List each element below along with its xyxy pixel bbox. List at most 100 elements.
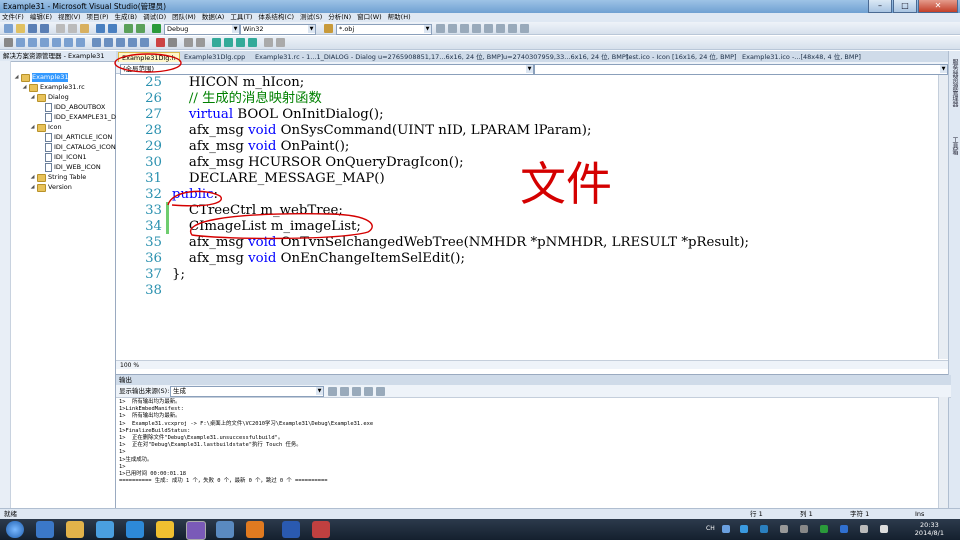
- visual-studio-icon[interactable]: [186, 521, 206, 540]
- clock[interactable]: 20:33 2014/8/1: [915, 521, 944, 537]
- save-icon[interactable]: [28, 24, 37, 33]
- make-same-height-icon[interactable]: [128, 38, 137, 47]
- navigate-back-icon[interactable]: [124, 24, 133, 33]
- zoom-level[interactable]: 100 %: [120, 362, 139, 369]
- code-editor[interactable]: 25 HICON m_hIcon; 26 // 生成的消息映射函数 27 virtu…: [116, 75, 948, 359]
- server-explorer-tab[interactable]: 服务器资源管理器: [950, 59, 959, 107]
- firefox-icon[interactable]: [246, 521, 264, 538]
- tree-item[interactable]: ◢ Dialog: [30, 93, 69, 102]
- find-combo[interactable]: *.obj ▼: [336, 24, 432, 35]
- display-icon[interactable]: [880, 525, 888, 533]
- start-button-icon[interactable]: [6, 521, 24, 538]
- prev-bookmark-icon[interactable]: [236, 38, 245, 47]
- indent-icon[interactable]: [264, 38, 273, 47]
- object-browser-icon[interactable]: [460, 24, 469, 33]
- editor-vertical-scrollbar[interactable]: [938, 75, 948, 359]
- align-bottom-icon[interactable]: [52, 38, 61, 47]
- document-tab[interactable]: Example31.ico -...[48x48, 4 位, BMP]: [739, 52, 864, 62]
- member-select[interactable]: ▼: [534, 64, 948, 75]
- volume-icon[interactable]: [780, 525, 788, 533]
- expand-icon[interactable]: ◢: [30, 93, 35, 102]
- test-dialog-icon[interactable]: [4, 38, 13, 47]
- menu-item[interactable]: 调试(D): [143, 13, 166, 22]
- close-button[interactable]: ✕: [918, 0, 958, 13]
- menu-item[interactable]: 编辑(E): [30, 13, 52, 22]
- cut-icon[interactable]: [56, 24, 65, 33]
- menu-item[interactable]: 窗口(W): [357, 13, 382, 22]
- expand-icon[interactable]: ◢: [30, 173, 35, 182]
- toolbox-icon[interactable]: [472, 24, 481, 33]
- align-left-icon[interactable]: [16, 38, 25, 47]
- word-wrap-icon[interactable]: [376, 387, 385, 396]
- outdent-icon[interactable]: [276, 38, 285, 47]
- center-vertical-icon[interactable]: [64, 38, 73, 47]
- next-message-icon[interactable]: [352, 387, 361, 396]
- undo-icon[interactable]: [96, 24, 105, 33]
- platform-select[interactable]: Win32 ▼: [240, 24, 316, 35]
- ime-icon[interactable]: [722, 525, 730, 533]
- browser-icon[interactable]: [126, 521, 144, 538]
- space-down-icon[interactable]: [104, 38, 113, 47]
- properties-icon[interactable]: [448, 24, 457, 33]
- menu-item[interactable]: 工具(T): [230, 13, 252, 22]
- redo-icon[interactable]: [108, 24, 117, 33]
- navigate-forward-icon[interactable]: [136, 24, 145, 33]
- new-project-icon[interactable]: [4, 24, 13, 33]
- tree-item[interactable]: IDD_ABOUTBOX: [38, 103, 105, 112]
- tree-item[interactable]: IDI_ICON1: [38, 153, 87, 162]
- security-icon[interactable]: [760, 525, 768, 533]
- toggle-guides-icon[interactable]: [168, 38, 177, 47]
- align-right-icon[interactable]: [28, 38, 37, 47]
- ie-icon[interactable]: [36, 521, 54, 538]
- word-icon[interactable]: [282, 521, 300, 538]
- uncomment-icon[interactable]: [196, 38, 205, 47]
- document-tab[interactable]: Example31Dlg.cpp: [181, 52, 248, 62]
- menu-item[interactable]: 视图(V): [58, 13, 81, 22]
- qq-icon[interactable]: [156, 521, 174, 538]
- output-source-select[interactable]: 生成 ▼: [170, 386, 324, 397]
- comment-icon[interactable]: [184, 38, 193, 47]
- menu-item[interactable]: 文件(F): [2, 13, 24, 22]
- expand-icon[interactable]: ◢: [30, 183, 35, 192]
- start-page-icon[interactable]: [484, 24, 493, 33]
- menu-item[interactable]: 数据(A): [202, 13, 225, 22]
- menu-item[interactable]: 团队(M): [172, 13, 196, 22]
- align-top-icon[interactable]: [40, 38, 49, 47]
- make-same-size-icon[interactable]: [140, 38, 149, 47]
- tree-item[interactable]: IDI_ARTICLE_ICON: [38, 133, 112, 142]
- tree-item[interactable]: ◢ Example31: [14, 73, 69, 82]
- document-tab[interactable]: u=2765908851,17...6x16, 24 位, BMP]: [375, 52, 506, 62]
- find-message-icon[interactable]: [328, 387, 337, 396]
- tree-item[interactable]: ◢ Icon: [30, 123, 62, 132]
- center-horizontal-icon[interactable]: [76, 38, 85, 47]
- document-tab[interactable]: test.ico - Icon [16x16, 24 位, BMP]: [623, 52, 740, 62]
- expand-icon[interactable]: ◢: [14, 73, 19, 82]
- prev-message-icon[interactable]: [340, 387, 349, 396]
- menu-item[interactable]: 分析(N): [328, 13, 351, 22]
- camera-icon[interactable]: [216, 521, 234, 538]
- expand-icon[interactable]: ◢: [30, 123, 35, 132]
- config-select[interactable]: Debug ▼: [164, 24, 240, 35]
- open-file-icon[interactable]: [16, 24, 25, 33]
- media-player-icon[interactable]: [96, 521, 114, 538]
- bluetooth-icon[interactable]: [840, 525, 848, 533]
- toggle-grid-icon[interactable]: [156, 38, 165, 47]
- space-across-icon[interactable]: [92, 38, 101, 47]
- extension-manager-icon[interactable]: [496, 24, 505, 33]
- update-icon[interactable]: [820, 525, 828, 533]
- bookmark-icon[interactable]: [212, 38, 221, 47]
- clear-bookmarks-icon[interactable]: [248, 38, 257, 47]
- document-tab[interactable]: Example31.rc - 1...1_DIALOG - Dialog: [252, 52, 379, 62]
- tree-item[interactable]: ◢ Version: [30, 183, 72, 192]
- input-language[interactable]: CH: [706, 525, 715, 532]
- start-debug-icon[interactable]: [152, 24, 161, 33]
- action-center-icon[interactable]: [860, 525, 868, 533]
- recorder-icon[interactable]: [312, 521, 330, 538]
- expand-icon[interactable]: ◢: [22, 83, 27, 92]
- paste-icon[interactable]: [80, 24, 89, 33]
- command-window-icon[interactable]: [508, 24, 517, 33]
- tree-item[interactable]: IDI_WEB_ICON: [38, 163, 101, 172]
- solution-explorer-icon[interactable]: [436, 24, 445, 33]
- minimize-button[interactable]: –: [868, 0, 892, 13]
- menu-item[interactable]: 帮助(H): [388, 13, 411, 22]
